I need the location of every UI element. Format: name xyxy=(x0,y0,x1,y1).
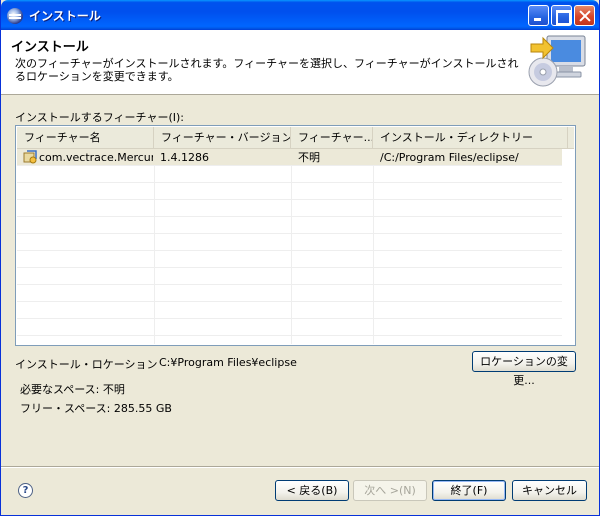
finish-button[interactable]: 終了(F) xyxy=(432,480,506,501)
install-location-value: C:¥Program Files¥eclipse xyxy=(159,356,297,369)
title-bar[interactable]: インストール xyxy=(1,0,599,30)
minimize-button[interactable] xyxy=(528,5,549,26)
table-row-empty xyxy=(17,217,562,234)
maximize-button[interactable] xyxy=(551,5,572,26)
feature-version: 1.4.1286 xyxy=(160,151,209,164)
features-table[interactable]: フィーチャー名 フィーチャー・バージョン フィーチャー... インストール・ディ… xyxy=(15,125,576,346)
table-row-empty xyxy=(17,200,562,217)
feature-icon xyxy=(23,150,37,164)
table-row-empty xyxy=(17,268,562,285)
table-row-empty xyxy=(17,251,562,268)
column-header-version[interactable]: フィーチャー・バージョン xyxy=(154,127,291,148)
install-banner-icon xyxy=(528,35,586,87)
back-button[interactable]: < 戻る(B) xyxy=(275,480,349,501)
page-description: 次のフィーチャーがインストールされます。フィーチャーを選択し、フィーチャーがイン… xyxy=(15,57,519,83)
column-header-name[interactable]: フィーチャー名 xyxy=(17,127,154,148)
footer-divider xyxy=(1,466,599,468)
feature-directory: /C:/Program Files/eclipse/ xyxy=(380,151,519,164)
table-row-empty xyxy=(17,319,562,336)
eclipse-icon xyxy=(7,8,23,24)
table-body: com.vectrace.Mercuri... 1.4.1286 不明 /C:/… xyxy=(17,149,574,344)
next-button[interactable]: 次へ >(N) xyxy=(353,480,427,501)
feature-name: com.vectrace.Mercuri... xyxy=(39,151,153,164)
close-button[interactable] xyxy=(574,5,595,26)
page-title: インストール xyxy=(11,40,89,55)
table-row-empty xyxy=(17,183,562,200)
header-banner: インストール 次のフィーチャーがインストールされます。フィーチャーを選択し、フィ… xyxy=(1,30,599,95)
help-icon[interactable]: ? xyxy=(18,483,33,498)
table-row-empty xyxy=(17,285,562,302)
cancel-button[interactable]: キャンセル xyxy=(512,480,587,501)
change-location-button[interactable]: ロケーションの変更... xyxy=(472,351,576,387)
table-row-empty xyxy=(17,234,562,251)
install-dialog: インストール インストール 次のフィーチャーがインストールされます。フィーチャー… xyxy=(0,0,600,516)
column-header-directory[interactable]: インストール・ディレクトリー xyxy=(373,127,568,148)
install-location-label: インストール・ロケーション xyxy=(15,358,158,371)
features-label: インストールするフィーチャー(I): xyxy=(15,111,184,124)
feature-size: 不明 xyxy=(298,151,320,164)
table-row[interactable]: com.vectrace.Mercuri... 1.4.1286 不明 /C:/… xyxy=(17,149,562,166)
table-row-empty xyxy=(17,302,562,319)
window-title: インストール xyxy=(29,9,101,23)
free-space: フリー・スペース: 285.55 GB xyxy=(20,402,172,415)
table-row-empty xyxy=(17,166,562,183)
required-space: 必要なスペース: 不明 xyxy=(20,383,125,396)
column-header-size[interactable]: フィーチャー... xyxy=(291,127,373,148)
table-header: フィーチャー名 フィーチャー・バージョン フィーチャー... インストール・ディ… xyxy=(17,127,574,149)
